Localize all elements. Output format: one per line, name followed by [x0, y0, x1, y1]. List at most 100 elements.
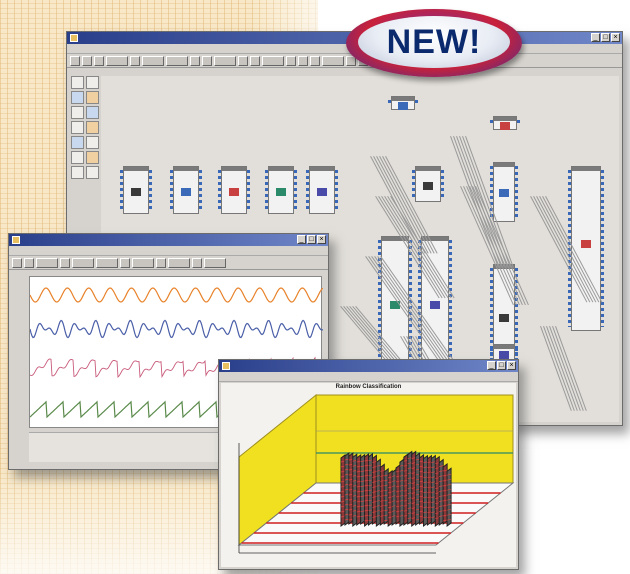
block-header: [494, 117, 516, 121]
toolbar-button[interactable]: [70, 56, 80, 66]
toolbar-button[interactable]: [286, 56, 296, 66]
viewer-close-button[interactable]: ×: [507, 361, 516, 370]
diagram-block[interactable]: [265, 166, 297, 214]
surface-strip: [434, 455, 440, 527]
toolbar-button[interactable]: [262, 56, 284, 66]
plot-window-controls: _ □ ×: [297, 235, 326, 244]
diagram-block[interactable]: [490, 344, 518, 360]
toolbar-button[interactable]: [168, 258, 190, 268]
surface-svg: [237, 393, 515, 554]
block-header: [494, 163, 514, 167]
viewer-maximize-button[interactable]: □: [497, 361, 506, 370]
toolbar-button[interactable]: [96, 258, 118, 268]
toolbar-button[interactable]: [72, 258, 94, 268]
toolbar-button[interactable]: [82, 56, 92, 66]
plot-maximize-button[interactable]: □: [307, 235, 316, 244]
diagram-block[interactable]: [490, 162, 518, 222]
diagram-block[interactable]: [218, 166, 250, 214]
diagram-block[interactable]: [490, 116, 520, 131]
new-badge: NEW!: [358, 16, 510, 68]
surface-strip: [403, 453, 409, 526]
toolbar-button[interactable]: [60, 258, 70, 268]
block-header: [174, 167, 198, 171]
maximize-button[interactable]: □: [601, 33, 610, 42]
block-header: [494, 345, 514, 349]
toolbar-button[interactable]: [190, 56, 200, 66]
block-icon: [181, 187, 191, 196]
toolbar-button[interactable]: [250, 56, 260, 66]
math-icon[interactable]: [71, 121, 84, 134]
surface-strip: [426, 454, 432, 526]
toolbar-button[interactable]: [156, 258, 166, 268]
gain-icon[interactable]: [71, 106, 84, 119]
toolbar-button[interactable]: [24, 258, 34, 268]
viewer-window-controls: _ □ ×: [487, 361, 516, 370]
plot-minimize-button[interactable]: _: [297, 235, 306, 244]
toolbar-button[interactable]: [192, 258, 202, 268]
signal-source-icon[interactable]: [71, 76, 84, 89]
display-icon[interactable]: [86, 151, 99, 164]
diagram-block[interactable]: [412, 166, 444, 202]
main-menubar: [67, 44, 622, 54]
toolbar-button[interactable]: [202, 56, 212, 66]
block-icon: [499, 189, 509, 198]
surface-strip: [371, 454, 377, 525]
plot-toolbar: [9, 256, 328, 270]
toolbar-button[interactable]: [204, 258, 226, 268]
switch-icon[interactable]: [86, 106, 99, 119]
toolbar-button[interactable]: [36, 258, 58, 268]
plot-app-icon: [12, 236, 20, 244]
viewer-menubar: [219, 372, 518, 382]
component-palette: [71, 76, 99, 179]
surface-plot-area[interactable]: [221, 383, 516, 567]
block-icon: [131, 187, 141, 196]
diagram-block[interactable]: [306, 166, 338, 214]
toolbar-button[interactable]: [132, 258, 154, 268]
toolbar-button[interactable]: [12, 258, 22, 268]
fft-icon[interactable]: [86, 91, 99, 104]
diagram-block[interactable]: [388, 96, 418, 111]
diagram-block[interactable]: [568, 166, 604, 331]
surface-strip: [391, 468, 397, 526]
trigger-icon[interactable]: [71, 136, 84, 149]
diagram-block[interactable]: [170, 166, 202, 214]
toolbar-button[interactable]: [298, 56, 308, 66]
main-titlebar: _ □ ×: [67, 32, 622, 44]
connection-wire: [549, 326, 581, 411]
surface-strip: [348, 452, 354, 525]
grid-icon[interactable]: [86, 166, 99, 179]
diagram-block[interactable]: [120, 166, 152, 214]
main-window-controls: _ □ ×: [591, 33, 620, 42]
waveform-orange: [29, 287, 324, 303]
block-header: [572, 167, 600, 171]
surface-strip: [356, 453, 362, 526]
toolbar-button[interactable]: [142, 56, 164, 66]
file-icon[interactable]: [86, 121, 99, 134]
toolbar-button[interactable]: [322, 56, 344, 66]
probe-icon[interactable]: [86, 136, 99, 149]
viewer-minimize-button[interactable]: _: [487, 361, 496, 370]
viewer-app-icon: [222, 362, 230, 370]
surface-strip: [423, 454, 428, 527]
block-header: [310, 167, 334, 171]
matrix-icon[interactable]: [71, 166, 84, 179]
toolbar-button[interactable]: [214, 56, 236, 66]
filter-icon[interactable]: [86, 76, 99, 89]
close-button[interactable]: ×: [611, 33, 620, 42]
block-header: [222, 167, 246, 171]
plot-close-button[interactable]: ×: [317, 235, 326, 244]
toolbar-button[interactable]: [94, 56, 104, 66]
surface-strip: [419, 453, 425, 525]
plot-menubar: [9, 246, 328, 256]
toolbar-button[interactable]: [310, 56, 320, 66]
network-icon[interactable]: [71, 151, 84, 164]
plot-icon[interactable]: [71, 91, 84, 104]
toolbar-button[interactable]: [106, 56, 128, 66]
toolbar-button[interactable]: [120, 258, 130, 268]
minimize-button[interactable]: _: [591, 33, 600, 42]
plot-y-scale: [11, 276, 28, 428]
toolbar-button[interactable]: [238, 56, 248, 66]
toolbar-button[interactable]: [130, 56, 140, 66]
toolbar-button[interactable]: [166, 56, 188, 66]
block-icon: [276, 187, 286, 196]
